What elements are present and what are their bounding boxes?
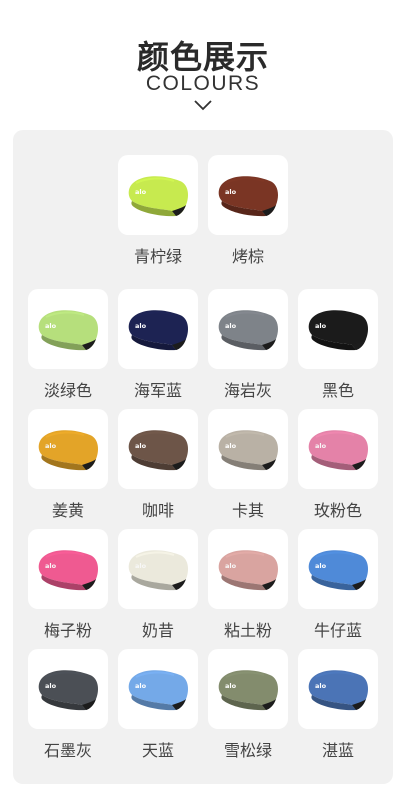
headband-image: alo xyxy=(28,649,108,729)
color-swatch-item[interactable]: alo 雪松绿 xyxy=(208,649,288,761)
color-name-label: 梅子粉 xyxy=(43,621,92,640)
color-name-label: 青柠绿 xyxy=(133,247,182,266)
color-swatch-item[interactable]: alo 梅子粉 xyxy=(28,529,108,641)
svg-text:alo: alo xyxy=(225,442,237,450)
color-swatch-item[interactable]: alo 姜黄 xyxy=(28,409,108,521)
color-swatch-item[interactable]: alo 黑色 xyxy=(298,289,378,401)
color-swatch-item[interactable]: alo 粘土粉 xyxy=(208,529,288,641)
color-name-label: 天蓝 xyxy=(141,741,174,760)
svg-text:alo: alo xyxy=(45,442,57,450)
color-name-label: 湛蓝 xyxy=(321,741,354,760)
color-name-label: 咖啡 xyxy=(141,501,174,520)
svg-text:alo: alo xyxy=(135,562,147,570)
headband-image: alo xyxy=(118,409,198,489)
color-swatch-item[interactable]: alo 青柠绿 xyxy=(118,155,198,267)
color-name-label: 黑色 xyxy=(321,381,354,400)
color-name-label: 卡其 xyxy=(231,501,264,520)
color-swatch-item[interactable]: alo 淡绿色 xyxy=(28,289,108,401)
color-swatch-item[interactable]: alo 天蓝 xyxy=(118,649,198,761)
svg-text:alo: alo xyxy=(225,188,237,196)
color-name-label: 牛仔蓝 xyxy=(313,621,362,640)
svg-text:alo: alo xyxy=(225,682,237,690)
color-swatch-item[interactable]: alo 海岩灰 xyxy=(208,289,288,401)
svg-text:alo: alo xyxy=(315,322,327,330)
svg-text:alo: alo xyxy=(135,682,147,690)
headband-image: alo xyxy=(208,409,288,489)
svg-text:alo: alo xyxy=(315,442,327,450)
color-swatch-item[interactable]: alo 石墨灰 xyxy=(28,649,108,761)
header: 颜色展示 COLOURS xyxy=(0,0,406,130)
page-subtitle: COLOURS xyxy=(145,72,261,95)
svg-text:alo: alo xyxy=(315,682,327,690)
color-swatch-item[interactable]: alo 玫粉色 xyxy=(298,409,378,521)
svg-text:alo: alo xyxy=(225,562,237,570)
color-swatch-item[interactable]: alo 烤棕 xyxy=(208,155,288,267)
svg-text:alo: alo xyxy=(315,562,327,570)
headband-image: alo xyxy=(118,649,198,729)
color-name-label: 烤棕 xyxy=(231,247,264,266)
headband-image: alo xyxy=(298,649,378,729)
svg-text:alo: alo xyxy=(45,322,57,330)
color-name-label: 淡绿色 xyxy=(43,381,92,400)
svg-text:alo: alo xyxy=(225,322,237,330)
headband-image: alo xyxy=(118,529,198,609)
headband-image: alo xyxy=(298,289,378,369)
headband-image: alo xyxy=(28,409,108,489)
color-name-label: 石墨灰 xyxy=(43,741,92,760)
color-swatch-item[interactable]: alo 牛仔蓝 xyxy=(298,529,378,641)
color-name-label: 海岩灰 xyxy=(223,381,272,400)
color-name-label: 海军蓝 xyxy=(133,381,182,400)
headband-image: alo xyxy=(298,409,378,489)
headband-image: alo xyxy=(298,529,378,609)
headband-image: alo xyxy=(208,289,288,369)
headband-image: alo xyxy=(118,289,198,369)
color-name-label: 粘土粉 xyxy=(223,621,272,640)
color-swatch-item[interactable]: alo 卡其 xyxy=(208,409,288,521)
color-swatch-item[interactable]: alo 奶昔 xyxy=(118,529,198,641)
color-name-label: 玫粉色 xyxy=(313,501,362,520)
color-swatch-item[interactable]: alo 湛蓝 xyxy=(298,649,378,761)
color-name-label: 奶昔 xyxy=(141,621,174,640)
color-swatch-item[interactable]: alo 咖啡 xyxy=(118,409,198,521)
chevron-down-icon xyxy=(194,100,212,111)
headband-image: alo xyxy=(118,155,198,235)
svg-text:alo: alo xyxy=(45,682,57,690)
svg-text:alo: alo xyxy=(135,322,147,330)
svg-text:alo: alo xyxy=(45,562,57,570)
headband-image: alo xyxy=(208,155,288,235)
svg-text:alo: alo xyxy=(135,442,147,450)
headband-image: alo xyxy=(208,529,288,609)
color-swatch-item[interactable]: alo 海军蓝 xyxy=(118,289,198,401)
svg-text:alo: alo xyxy=(135,188,147,196)
headband-image: alo xyxy=(28,289,108,369)
color-name-label: 雪松绿 xyxy=(223,741,272,760)
headband-image: alo xyxy=(28,529,108,609)
color-name-label: 姜黄 xyxy=(51,501,84,520)
headband-image: alo xyxy=(208,649,288,729)
